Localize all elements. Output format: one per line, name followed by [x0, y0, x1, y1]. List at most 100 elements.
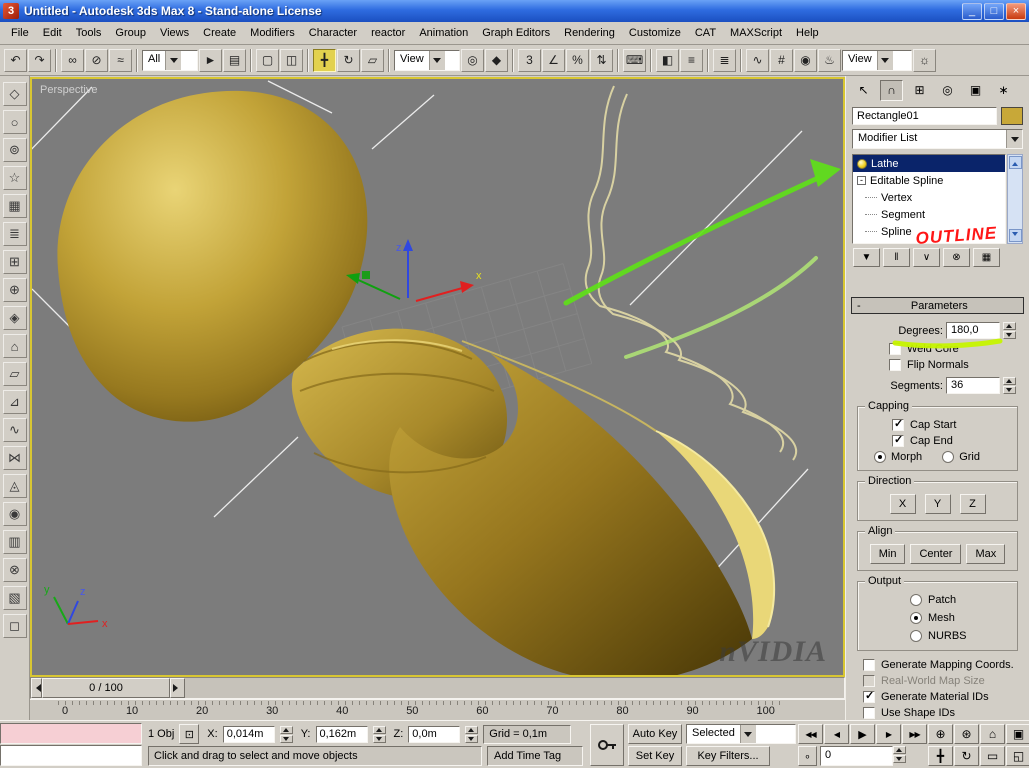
menu-views[interactable]: Views	[153, 24, 196, 42]
material-editor-button[interactable]: ◉	[794, 48, 817, 72]
time-step-back-button[interactable]	[31, 678, 42, 698]
left-toolbar-button-10[interactable]: ⌂	[2, 334, 27, 358]
schematic-view-button[interactable]: #	[770, 48, 793, 72]
key-filter-selection-dropdown[interactable]: Selected	[686, 724, 796, 744]
select-and-rotate-button[interactable]: ↻	[337, 48, 360, 72]
auto-key-button[interactable]: Auto Key	[628, 724, 682, 744]
left-toolbar-button-2[interactable]: ○	[2, 110, 27, 134]
left-toolbar-button-16[interactable]: ◉	[2, 502, 27, 526]
maximize-viewport-toggle-button[interactable]: ◱	[1006, 746, 1029, 766]
add-time-tag[interactable]: Add Time Tag	[487, 746, 583, 766]
menu-group[interactable]: Group	[108, 24, 153, 42]
curve-editor-button[interactable]: ∿	[746, 48, 769, 72]
window-crossing-toggle-button[interactable]: ◫	[280, 48, 303, 72]
grid-radio[interactable]	[942, 451, 955, 463]
tab-motion[interactable]: ◎	[936, 80, 959, 101]
pan-button[interactable]: ╋	[928, 746, 953, 766]
play-button[interactable]: ▶	[850, 724, 875, 744]
left-toolbar-button-14[interactable]: ⋈	[2, 446, 27, 470]
degrees-spinner[interactable]	[1003, 322, 1016, 339]
go-to-start-button[interactable]: ◀◀	[798, 724, 823, 744]
select-and-link-button[interactable]: ∞	[61, 48, 84, 72]
menu-tools[interactable]: Tools	[69, 24, 109, 42]
menu-animation[interactable]: Animation	[412, 24, 475, 42]
left-toolbar-button-6[interactable]: ≣	[2, 222, 27, 246]
next-frame-button[interactable]: ▶	[876, 724, 901, 744]
configure-modifier-sets-button[interactable]: ▦	[973, 248, 1000, 267]
current-frame-field[interactable]: 0	[820, 746, 906, 766]
close-button[interactable]: ×	[1006, 2, 1026, 20]
left-toolbar-button-17[interactable]: ▥	[2, 530, 27, 554]
dropdown-arrow-button[interactable]	[165, 50, 182, 70]
tab-utilities[interactable]: ∗	[992, 80, 1015, 101]
select-object-button[interactable]: ►	[199, 48, 222, 72]
menu-maxscript[interactable]: MAXScript	[723, 24, 789, 42]
time-slider-handle[interactable]: 0 / 100	[42, 678, 170, 698]
morph-radio[interactable]	[874, 451, 886, 463]
generate-material-ids-checkbox[interactable]	[863, 689, 875, 703]
menu-cat[interactable]: CAT	[688, 24, 723, 42]
z-coordinate-spinner[interactable]	[465, 725, 479, 743]
align-center-button[interactable]: Center	[910, 544, 962, 564]
zoom-extents-all-button[interactable]: ▣	[1006, 724, 1029, 744]
zoom-all-button[interactable]: ⊛	[954, 724, 979, 744]
render-scene-dialog-button[interactable]: ♨	[818, 48, 841, 72]
left-toolbar-button-1[interactable]: ◇	[2, 82, 27, 106]
left-toolbar-button-4[interactable]: ☆	[2, 166, 27, 190]
left-toolbar-button-19[interactable]: ▧	[2, 586, 27, 610]
spinner-snap-toggle-button[interactable]: ⇅	[590, 48, 613, 72]
segments-field[interactable]: 36	[946, 377, 1000, 394]
mesh-radio[interactable]	[910, 612, 922, 624]
dropdown-arrow-button[interactable]	[1006, 130, 1022, 148]
object-color-swatch[interactable]	[1001, 107, 1023, 125]
set-keys-button[interactable]	[590, 724, 624, 766]
patch-radio[interactable]	[910, 594, 922, 606]
use-pivot-point-center-button[interactable]: ◎	[461, 48, 484, 72]
left-toolbar-button-9[interactable]: ◈	[2, 306, 27, 330]
left-toolbar-button-18[interactable]: ⊗	[2, 558, 27, 582]
listener-macro-recorder-line[interactable]	[0, 723, 142, 744]
left-toolbar-button-8[interactable]: ⊕	[2, 278, 27, 302]
key-filters-button[interactable]: Key Filters...	[686, 746, 770, 766]
x-coordinate-field[interactable]: 0,014m	[222, 725, 275, 743]
align-max-button[interactable]: Max	[966, 544, 1006, 564]
time-slider-track[interactable]: 0 / 100	[30, 677, 845, 699]
left-toolbar-button-3[interactable]: ⊚	[2, 138, 27, 162]
make-unique-button[interactable]: ∨	[913, 248, 940, 267]
reference-coordinate-system-dropdown[interactable]: View	[394, 49, 460, 71]
menu-create[interactable]: Create	[196, 24, 243, 42]
menu-customize[interactable]: Customize	[622, 24, 688, 42]
arc-rotate-button[interactable]: ↻	[954, 746, 979, 766]
left-toolbar-button-12[interactable]: ⊿	[2, 390, 27, 414]
percent-snap-toggle-button[interactable]: %	[566, 48, 589, 72]
select-and-move-button[interactable]: ╋	[313, 48, 336, 72]
time-step-forward-button[interactable]	[170, 678, 185, 698]
zoom-extents-button[interactable]: ⌂	[980, 724, 1005, 744]
object-name-field[interactable]: Rectangle01	[852, 107, 997, 125]
selection-lock-button[interactable]: ⊡	[179, 724, 200, 744]
rectangular-selection-region-button[interactable]: ▢	[256, 48, 279, 72]
stack-item-vertex[interactable]: Vertex	[853, 189, 1005, 206]
quick-render-button[interactable]: ☼	[913, 48, 936, 72]
collapse-toggle-icon[interactable]: -	[857, 176, 866, 185]
stack-item-lathe[interactable]: Lathe	[853, 155, 1005, 172]
weld-core-checkbox[interactable]	[889, 343, 901, 355]
left-toolbar-button-15[interactable]: ◬	[2, 474, 27, 498]
direction-y-button[interactable]: Y	[924, 494, 951, 514]
left-toolbar-button-11[interactable]: ▱	[2, 362, 27, 386]
key-mode-toggle-button[interactable]: ∘	[798, 746, 817, 766]
tab-create[interactable]: ↖	[852, 80, 875, 101]
transform-gizmo[interactable]: z x	[346, 239, 482, 302]
z-coordinate-field[interactable]: 0,0m	[408, 725, 461, 743]
spline-outline-shape[interactable]	[584, 85, 798, 461]
zoom-button[interactable]: ⊕	[928, 724, 953, 744]
lathed-object[interactable]	[57, 90, 776, 675]
select-by-name-button[interactable]: ▤	[223, 48, 246, 72]
layer-manager-button[interactable]: ≣	[713, 48, 736, 72]
direction-z-button[interactable]: Z	[959, 494, 986, 514]
render-type-dropdown[interactable]: View	[842, 49, 912, 71]
tab-hierarchy[interactable]: ⊞	[908, 80, 931, 101]
listener-script-line[interactable]	[0, 745, 142, 766]
flip-normals-checkbox[interactable]	[889, 359, 901, 371]
cap-end-checkbox[interactable]	[892, 433, 904, 447]
